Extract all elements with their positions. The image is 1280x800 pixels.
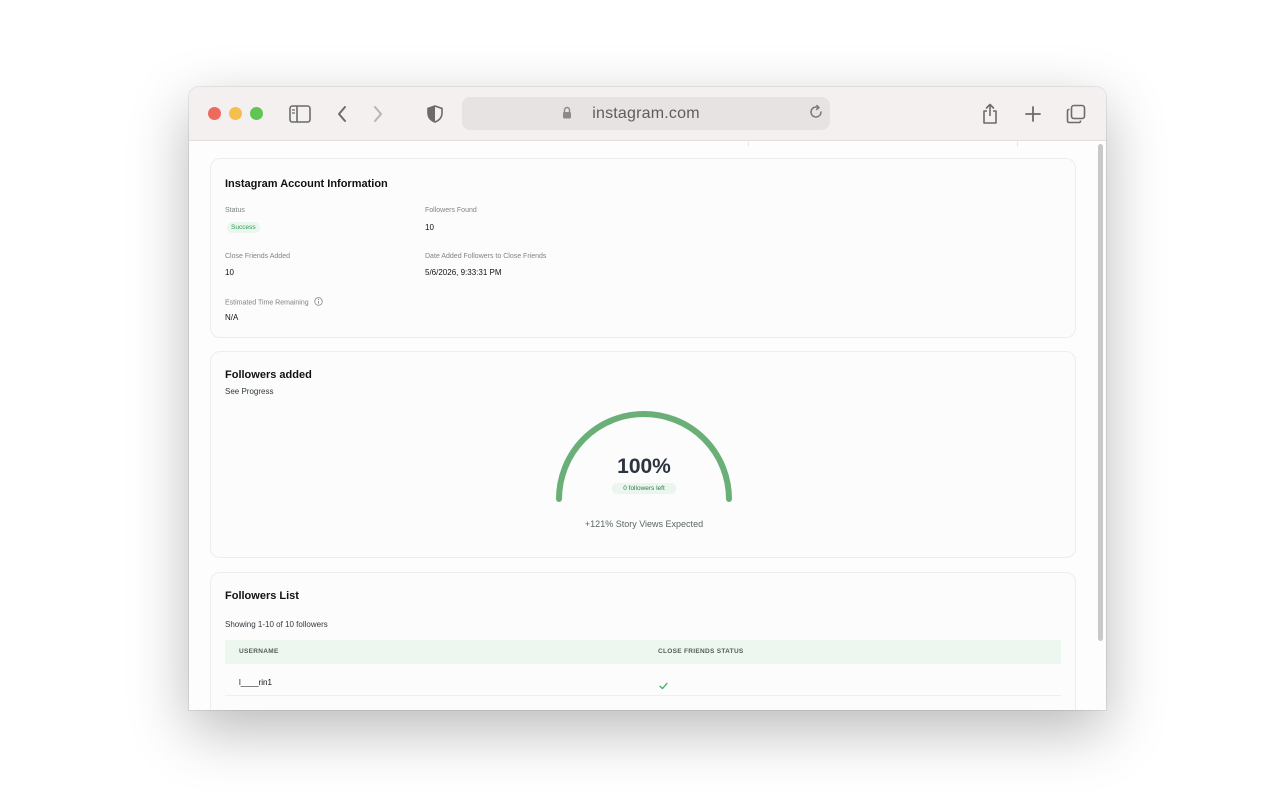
close-friends-value: 10 (225, 268, 234, 277)
url-text: instagram.com (592, 104, 700, 122)
gauge-percent: 100% (617, 455, 671, 478)
status-label: Status (225, 207, 245, 214)
info-icon[interactable] (313, 297, 323, 308)
card-title: Instagram Account Information (225, 178, 388, 190)
divider (1017, 142, 1018, 146)
date-added-value: 5/6/2026, 9:33:31 PM (425, 268, 502, 277)
showing-count-text: Showing 1-10 of 10 followers (225, 620, 328, 629)
close-friends-label: Close Friends Added (225, 253, 290, 260)
card-title: Followers added (225, 369, 312, 381)
lock-icon (562, 106, 572, 124)
username-cell: l____rin1 (239, 678, 272, 687)
browser-window: instagram.com Instagram Account Informat… (189, 87, 1106, 710)
followers-list-card: Followers List Showing 1-10 of 10 follow… (210, 572, 1076, 710)
followers-found-value: 10 (425, 223, 434, 232)
followers-found-label: Followers Found (425, 207, 477, 214)
followers-left-badge: 0 followers left (612, 483, 676, 494)
shield-icon[interactable] (422, 101, 448, 127)
followers-added-card: Followers added See Progress 100% 0 foll… (210, 351, 1076, 558)
address-bar[interactable]: instagram.com (462, 97, 830, 130)
eta-label: Estimated Time Remaining (225, 299, 309, 307)
scrollbar[interactable] (1098, 144, 1103, 641)
eta-value: N/A (225, 313, 239, 322)
table-row[interactable]: l____rin1 (225, 668, 1061, 696)
eta-label-row: Estimated Time Remaining (225, 297, 323, 308)
sidebar-icon[interactable] (287, 101, 313, 127)
progress-gauge: 100% 0 followers left (554, 407, 734, 507)
see-progress-text: See Progress (225, 387, 274, 396)
close-window-button[interactable] (208, 107, 221, 120)
reload-icon[interactable] (808, 104, 824, 125)
browser-toolbar: instagram.com (189, 87, 1106, 141)
plus-icon[interactable] (1020, 101, 1046, 127)
account-info-card: Instagram Account Information Status Suc… (210, 158, 1076, 338)
share-icon[interactable] (977, 101, 1003, 127)
status-badge: Success (227, 222, 260, 233)
table-header: USERNAME CLOSE FRIENDS STATUS (225, 640, 1061, 664)
date-added-label: Date Added Followers to Close Friends (425, 253, 547, 260)
column-header-status[interactable]: CLOSE FRIENDS STATUS (658, 648, 744, 655)
page-viewport[interactable]: Instagram Account Information Status Suc… (189, 142, 1106, 710)
divider (748, 142, 749, 146)
back-icon[interactable] (329, 101, 355, 127)
story-views-text: +121% Story Views Expected (584, 519, 704, 529)
zoom-window-button[interactable] (250, 107, 263, 120)
minimize-window-button[interactable] (229, 107, 242, 120)
card-title: Followers List (225, 590, 299, 602)
tabs-icon[interactable] (1063, 101, 1089, 127)
forward-icon[interactable] (365, 101, 391, 127)
column-header-username[interactable]: USERNAME (239, 648, 279, 655)
check-icon (659, 677, 668, 695)
